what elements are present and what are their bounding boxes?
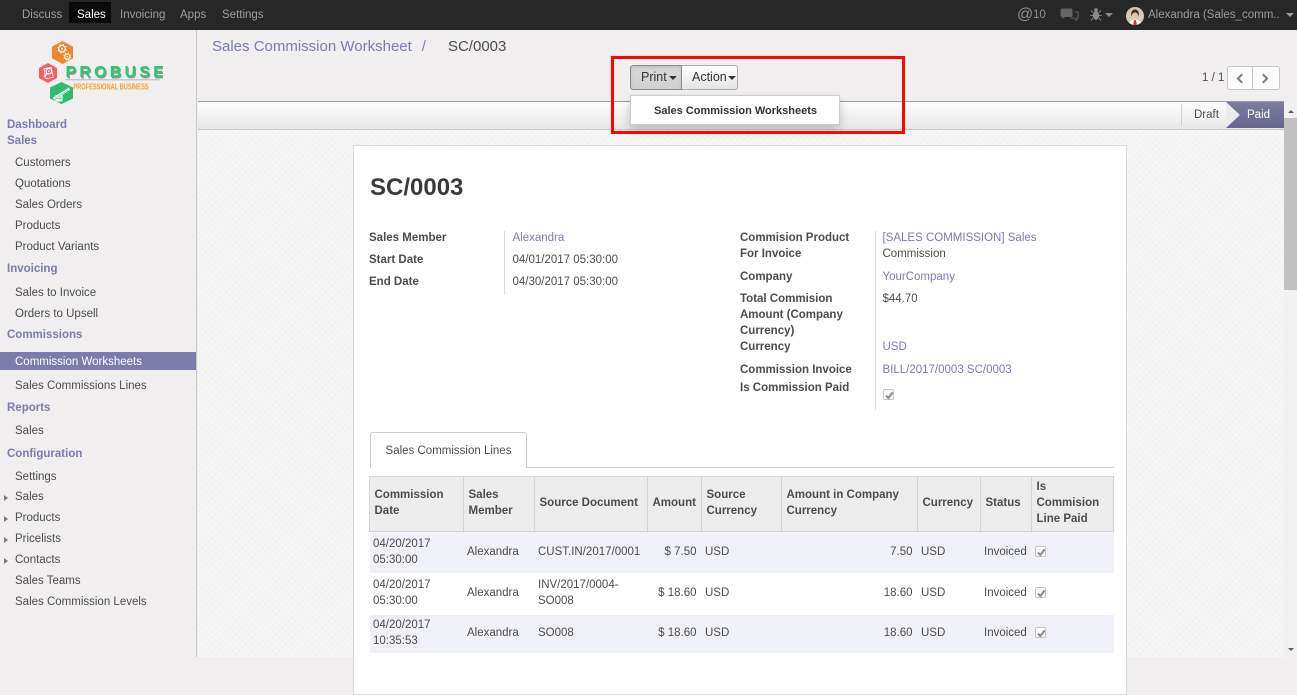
svg-text:PROFESSIONAL BUSINESS: PROFESSIONAL BUSINESS	[73, 84, 149, 92]
svg-text:PROBUSE: PROBUSE	[66, 64, 164, 81]
